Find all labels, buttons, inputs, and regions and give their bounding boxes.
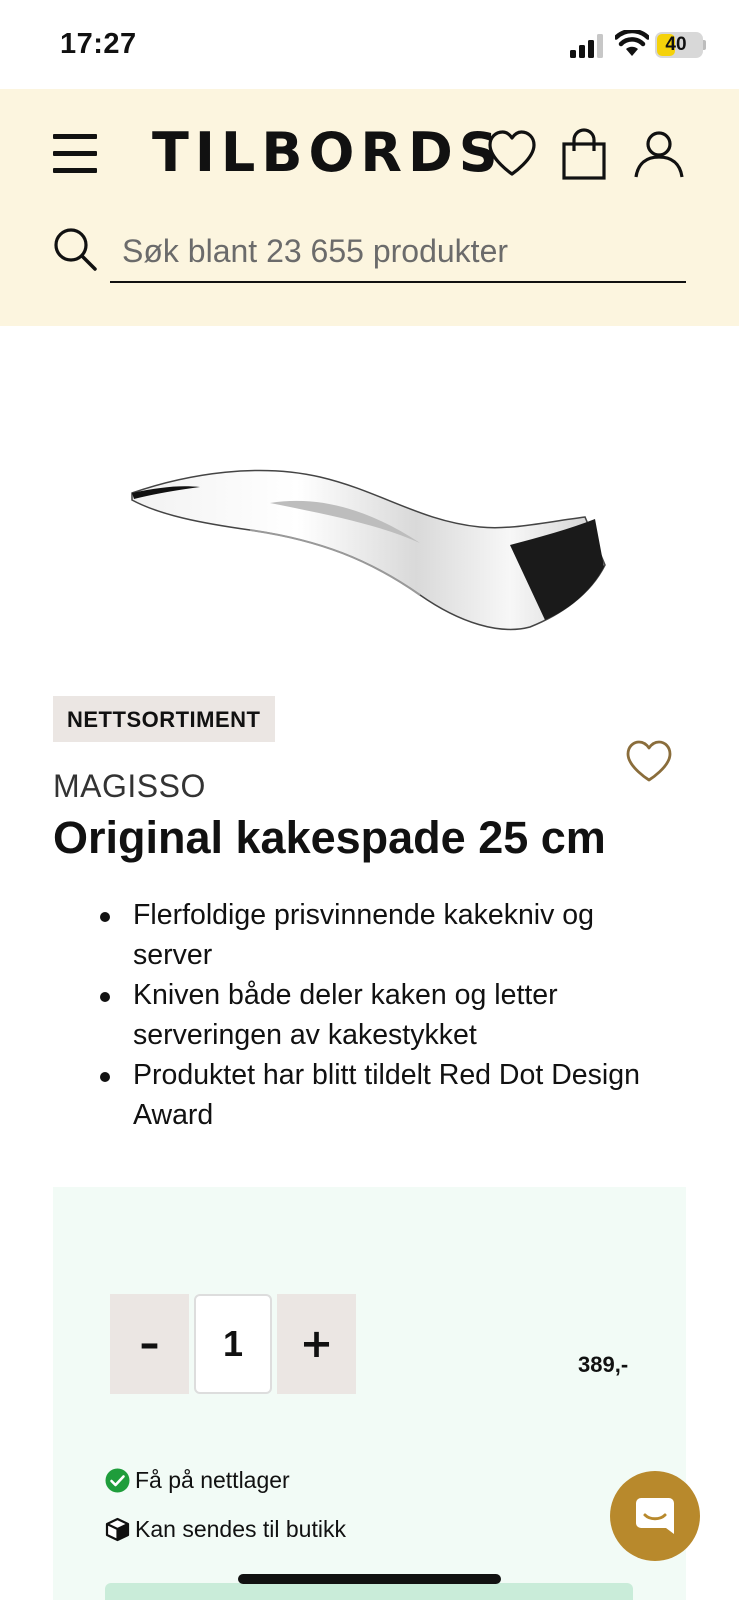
favorite-heart-icon[interactable] xyxy=(624,738,674,784)
heart-icon[interactable] xyxy=(485,127,539,181)
site-logo[interactable]: TILBORDS xyxy=(152,121,504,184)
site-header: TILBORDS xyxy=(0,89,739,326)
package-box-icon xyxy=(105,1517,130,1542)
status-bar: 17:27 40 xyxy=(0,0,739,89)
hamburger-menu-icon[interactable] xyxy=(53,134,97,174)
search-bar xyxy=(50,221,686,287)
feature-list: Flerfoldige prisvinnende kakekniv og ser… xyxy=(96,895,656,1135)
quantity-increase-button[interactable]: + xyxy=(277,1294,356,1394)
battery-icon: 40 xyxy=(655,32,703,58)
buy-panel: – + 389,- Få på nettlager Kan sendes til… xyxy=(53,1187,686,1600)
search-input[interactable] xyxy=(110,221,686,283)
cellular-signal-icon xyxy=(570,34,603,58)
feature-item: Produktet har blitt tildelt Red Dot Desi… xyxy=(96,1055,656,1135)
battery-tip xyxy=(703,40,706,50)
assortment-badge: NETTSORTIMENT xyxy=(53,696,275,742)
add-to-cart-button[interactable] xyxy=(105,1583,633,1600)
wifi-icon xyxy=(615,30,649,56)
feature-item: Kniven både deler kaken og letter server… xyxy=(96,975,656,1055)
user-icon[interactable] xyxy=(632,127,686,181)
product-brand[interactable]: MAGISSO xyxy=(53,768,206,805)
quantity-input[interactable] xyxy=(194,1294,272,1394)
product-title: Original kakespade 25 cm xyxy=(53,812,606,863)
chat-support-button[interactable] xyxy=(610,1471,700,1561)
ship-to-store-text: Kan sendes til butikk xyxy=(135,1516,346,1542)
chat-icon xyxy=(636,1498,674,1534)
product-price: 389,- xyxy=(578,1352,629,1377)
product-image-cake-server[interactable] xyxy=(120,455,620,655)
quantity-decrease-button[interactable]: – xyxy=(110,1294,189,1394)
search-icon[interactable] xyxy=(52,226,98,272)
status-time: 17:27 xyxy=(60,28,137,60)
feature-item: Flerfoldige prisvinnende kakekniv og ser… xyxy=(96,895,656,975)
battery-level: 40 xyxy=(665,34,687,55)
online-stock-text: Få på nettlager xyxy=(135,1467,290,1493)
check-circle-icon xyxy=(105,1468,130,1493)
shopping-bag-icon[interactable] xyxy=(559,127,613,181)
home-indicator[interactable] xyxy=(238,1574,501,1584)
